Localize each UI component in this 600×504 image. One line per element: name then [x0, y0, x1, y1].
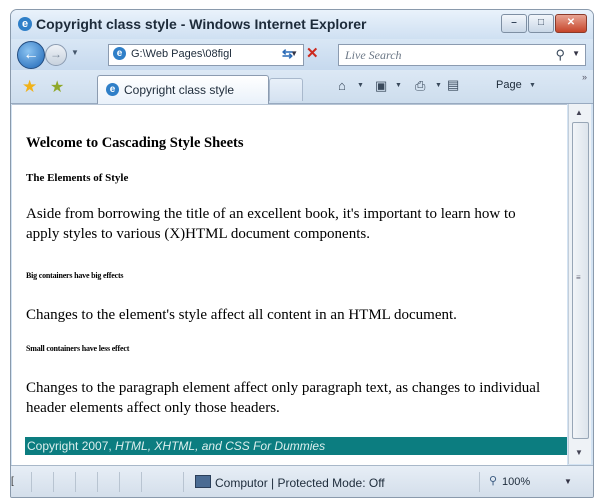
maximize-button[interactable]: □ — [528, 14, 554, 33]
search-input[interactable]: Live Search — [345, 48, 402, 63]
heading-big-containers: Big containers have big effects — [26, 271, 124, 280]
chevron-more-icon[interactable]: » — [582, 72, 587, 82]
zoom-icon[interactable]: ⚲ — [489, 474, 497, 487]
print-icon[interactable]: ⎙ — [415, 78, 425, 94]
page-icon: e — [113, 47, 126, 60]
navigation-bar: ← → ▼ e G:\Web Pages\08figl ▼ ⇆ ✕ Live S… — [11, 39, 593, 70]
stop-icon[interactable]: ✕ — [306, 44, 319, 62]
search-box[interactable]: Live Search ⚲ ▼ — [338, 44, 586, 66]
ie-logo-icon: e — [18, 17, 32, 31]
scrollbar-thumb[interactable]: ≡ — [572, 122, 589, 439]
heading-elements-of-style: The Elements of Style — [26, 172, 129, 184]
tab-bar: ★ ★ e Copyright class style ⌂ ▼ ▣ ▼ ⎙ ▼ … — [11, 70, 593, 104]
feeds-dropdown-button[interactable]: ▼ — [395, 82, 402, 89]
paragraph-paragraph-element: Changes to the paragraph element affect … — [26, 380, 541, 416]
browser-window: e Copyright class style - Windows Intern… — [10, 9, 594, 498]
arrow-right-icon: → — [50, 47, 62, 61]
forward-button[interactable]: → — [45, 44, 67, 66]
copyright-prefix: Copyright 2007, — [27, 439, 116, 453]
add-favorites-icon[interactable]: ★ — [50, 77, 64, 97]
copyright-footer: Copyright 2007, HTML, XHTML, and CSS For… — [25, 437, 567, 455]
heading-welcome: Welcome to Cascading Style Sheets — [26, 135, 244, 151]
minimize-button[interactable]: – — [501, 14, 527, 33]
vertical-scrollbar[interactable]: ▲ ≡ ▼ — [568, 104, 591, 464]
page-content: Welcome to Cascading Style Sheets The El… — [12, 104, 567, 465]
title-bar: e Copyright class style - Windows Intern… — [11, 10, 593, 39]
page-menu-icon[interactable]: ▤ — [447, 77, 459, 93]
status-divider — [53, 472, 54, 492]
status-divider — [183, 472, 184, 492]
close-button[interactable]: ✕ — [555, 14, 587, 33]
status-divider — [141, 472, 142, 492]
back-button[interactable]: ← — [17, 41, 45, 69]
search-icon[interactable]: ⚲ — [555, 47, 565, 63]
paragraph-intro: Aside from borrowing the title of an exc… — [26, 206, 516, 242]
grip-icon: ≡ — [576, 273, 581, 282]
address-bar[interactable]: e G:\Web Pages\08figl ▼ — [108, 44, 304, 66]
scroll-down-icon[interactable]: ▼ — [575, 448, 583, 457]
page-dropdown-button[interactable]: ▼ — [529, 82, 536, 89]
status-divider — [119, 472, 120, 492]
address-input[interactable]: G:\Web Pages\08figl — [131, 48, 271, 60]
scroll-up-icon[interactable]: ▲ — [575, 108, 583, 117]
tab-copyright-class-style[interactable]: e Copyright class style — [97, 75, 269, 104]
page-icon: e — [106, 83, 119, 96]
paragraph-element-style: Changes to the element's style affect al… — [26, 307, 457, 323]
window-title: Copyright class style - Windows Internet… — [36, 16, 367, 32]
feeds-icon[interactable]: ▣ — [375, 78, 387, 94]
favorites-star-icon[interactable]: ★ — [22, 77, 37, 97]
status-divider — [479, 472, 480, 492]
status-left-marker: [ — [11, 476, 14, 487]
status-bar: [ Computor | Protected Mode: Off ⚲ 100% … — [11, 465, 593, 497]
history-dropdown-button[interactable]: ▼ — [71, 48, 79, 57]
new-tab-button[interactable] — [269, 78, 303, 101]
zoom-dropdown-button[interactable]: ▼ — [564, 477, 572, 486]
computer-zone-icon — [195, 475, 211, 488]
search-dropdown-button[interactable]: ▼ — [572, 49, 580, 58]
arrow-left-icon: ← — [23, 46, 39, 63]
status-divider — [31, 472, 32, 492]
home-icon[interactable]: ⌂ — [338, 78, 346, 93]
tab-label: Copyright class style — [124, 83, 235, 97]
page-menu-button[interactable]: Page — [496, 79, 522, 91]
caption-buttons: – □ ✕ — [500, 14, 587, 33]
heading-small-containers: Small containers have less effect — [26, 344, 130, 353]
zoom-level[interactable]: 100% — [502, 476, 530, 488]
home-dropdown-button[interactable]: ▼ — [357, 82, 364, 89]
print-dropdown-button[interactable]: ▼ — [435, 82, 442, 89]
status-divider — [75, 472, 76, 492]
security-zone[interactable]: Computor | Protected Mode: Off — [215, 476, 385, 490]
status-divider — [97, 472, 98, 492]
refresh-icon[interactable]: ⇆ — [282, 46, 293, 62]
book-title: HTML, XHTML, and CSS For Dummies — [115, 439, 326, 453]
